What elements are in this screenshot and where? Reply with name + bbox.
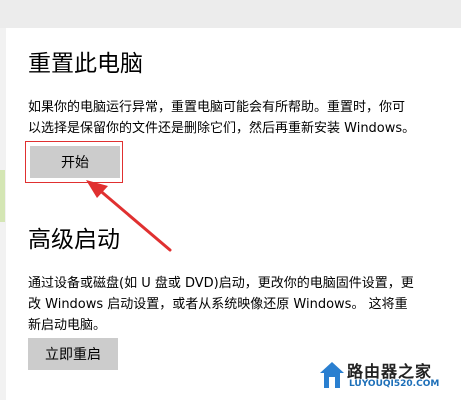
advanced-startup-heading: 高级启动 — [28, 227, 120, 253]
reset-description-line: 以选择是保留你的文件还是删除它们，然后再重新安装 Windows。 — [28, 121, 416, 136]
reset-pc-heading: 重置此电脑 — [28, 51, 143, 77]
watermark-url: LUYOUQI520.COM — [349, 379, 440, 389]
advanced-startup-description: 通过设备或磁盘(如 U 盘或 DVD)启动，更改你的电脑固件设置，更 改 Win… — [28, 273, 461, 336]
watermark: 路由器之家 LUYOUQI520.COM — [319, 358, 457, 394]
advanced-description-line: 改 Windows 启动设置，或者从系统映像还原 Windows。 这将重 — [28, 297, 408, 312]
reset-description-line: 如果你的电脑运行异常，重置电脑可能会有所帮助。重置时，你可 — [28, 100, 406, 115]
reset-pc-description: 如果你的电脑运行异常，重置电脑可能会有所帮助。重置时，你可 以选择是保留你的文件… — [28, 97, 461, 139]
restart-now-button[interactable]: 立即重启 — [28, 338, 118, 370]
watermark-house-icon — [320, 362, 344, 388]
advanced-description-line: 新启动电脑。 — [28, 318, 107, 333]
start-reset-button[interactable]: 开始 — [30, 146, 120, 178]
top-band — [0, 0, 461, 28]
advanced-description-line: 通过设备或磁盘(如 U 盘或 DVD)启动，更改你的电脑固件设置，更 — [28, 276, 414, 291]
left-accent-strip — [0, 170, 5, 222]
